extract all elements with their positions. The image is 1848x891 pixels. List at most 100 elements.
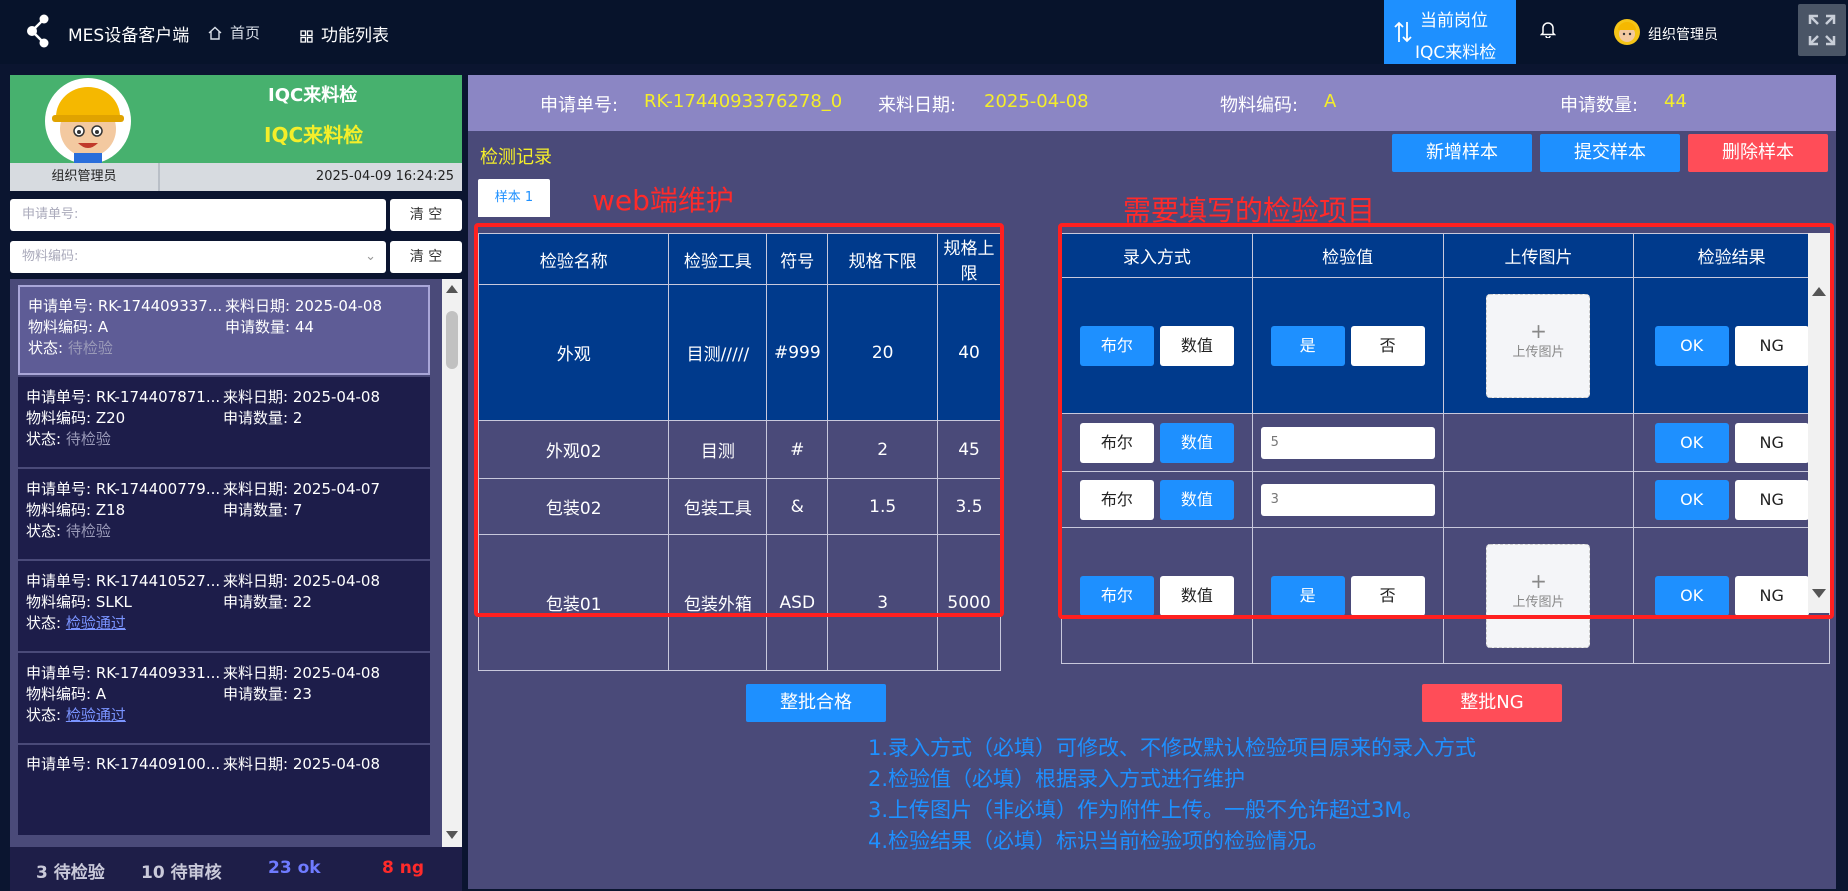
batch-ng-button[interactable]: 整批NG [1422, 684, 1562, 722]
status-label: 状态: [28, 339, 64, 357]
main-panel: 申请单号: RK-1744093376278_0 来料日期: 2025-04-0… [468, 75, 1836, 889]
qty-label: 申请数量: [225, 318, 291, 336]
date-value: 2025-04-08 [292, 388, 381, 406]
ok-count[interactable]: 23 ok [268, 858, 321, 878]
status-label: 状态: [26, 706, 62, 724]
avatar-icon[interactable] [1614, 19, 1640, 45]
date-value: 2025-04-08 [292, 572, 381, 590]
status-label: 状态: [26, 614, 62, 632]
clear-material-button[interactable]: 清 空 [390, 241, 462, 273]
qty-value: 7 [292, 501, 303, 519]
apply-no-input[interactable]: 申请单号: [10, 199, 386, 231]
material-value: A [1324, 91, 1337, 112]
date-value: 2025-04-08 [294, 297, 383, 315]
app-title: MES设备客户端 [68, 26, 190, 46]
material-label: 物料编码: [26, 409, 92, 427]
scroll-down-icon[interactable] [446, 831, 458, 839]
profile-strip: 组织管理员 2025-04-09 16:24:25 [10, 163, 462, 191]
left-panel: IQC来料检 IQC来料检 组织管理员 2025-04-09 16:24:25 … [10, 75, 462, 891]
scroll-thumb[interactable] [446, 311, 458, 369]
date-label: 来料日期: [225, 297, 291, 315]
list-item[interactable]: 申请单号: RK-174410527... 来料日期: 2025-04-08 物… [18, 561, 430, 651]
scroll-up-icon[interactable] [446, 285, 458, 293]
status-label: 状态: [26, 430, 62, 448]
apply-no-label: 申请单号: [540, 95, 619, 116]
fullscreen-icon[interactable] [1798, 4, 1846, 56]
annotation-box-required [1058, 223, 1834, 619]
profile-subtitle: IQC来料检 [264, 123, 364, 147]
date-label: 来料日期: [223, 755, 289, 773]
nav-home[interactable]: 首页 [208, 22, 260, 43]
apply-label: 申请单号: [26, 388, 92, 406]
material-code-select[interactable]: 物料编码: ⌄ [10, 241, 386, 273]
annotation-notes: 1.录入方式（必填）可修改、不修改默认检验项目原来的录入方式 2.检验值（必填）… [868, 733, 1476, 857]
apply-label: 申请单号: [26, 664, 92, 682]
note-line: 1.录入方式（必填）可修改、不修改默认检验项目原来的录入方式 [868, 736, 1477, 760]
date-label: 来料日期: [878, 95, 957, 116]
current-post-button[interactable]: 当前岗位 IQC来料检 [1384, 0, 1516, 64]
grid-icon [300, 30, 313, 43]
add-sample-button[interactable]: 新增样本 [1392, 134, 1532, 172]
submit-sample-button[interactable]: 提交样本 [1540, 134, 1680, 172]
material-label: 物料编码: [1220, 95, 1299, 116]
date-value: 2025-04-08 [984, 91, 1089, 112]
qty-label: 申请数量: [223, 501, 289, 519]
material-label: 物料编码: [26, 501, 92, 519]
qty-label: 申请数量: [223, 685, 289, 703]
clear-apply-no-button[interactable]: 清 空 [390, 199, 462, 231]
apply-no: RK-174409331... [95, 664, 221, 682]
current-post-value: IQC来料检 [1415, 43, 1497, 63]
date-value: 2025-04-08 [292, 755, 381, 773]
nav-function-list[interactable]: 功能列表 [300, 21, 389, 46]
qty-value: 44 [294, 318, 314, 336]
bell-icon[interactable] [1540, 20, 1556, 38]
user-name[interactable]: 组织管理员 [1648, 24, 1718, 44]
material-value: SLKL [95, 593, 132, 611]
status-value[interactable]: 检验通过 [66, 706, 126, 724]
batch-pass-button[interactable]: 整批合格 [746, 684, 886, 722]
worker-avatar-icon [45, 78, 131, 164]
material-label: 物料编码: [26, 593, 92, 611]
material-code-placeholder: 物料编码: [22, 249, 79, 264]
status-value: 待检验 [67, 339, 113, 357]
status-value: 待检验 [65, 430, 111, 448]
chevron-down-icon: ⌄ [365, 249, 376, 264]
list-scrollbar[interactable] [442, 279, 462, 847]
ng-count[interactable]: 8 ng [382, 858, 424, 878]
date-label: 来料日期: [223, 388, 289, 406]
apply-no: RK-174400779... [95, 480, 221, 498]
list-item[interactable]: 申请单号: RK-174400779... 来料日期: 2025-04-07 物… [18, 469, 430, 559]
apply-no: RK-174407871... [95, 388, 221, 406]
date-value: 2025-04-07 [292, 480, 381, 498]
profile-title: IQC来料检 [268, 85, 358, 106]
date-value: 2025-04-08 [292, 664, 381, 682]
material-label: 物料编码: [26, 685, 92, 703]
date-label: 来料日期: [223, 572, 289, 590]
date-label: 来料日期: [223, 480, 289, 498]
profile-datetime: 2025-04-09 16:24:25 [315, 169, 454, 184]
status-value: 待检验 [65, 522, 111, 540]
current-post-label: 当前岗位 [1420, 11, 1488, 31]
delete-sample-button[interactable]: 删除样本 [1688, 134, 1828, 172]
note-line: 3.上传图片（非必填）作为附件上传。一般不允许超过3M。 [868, 798, 1424, 822]
share-logo-icon[interactable] [26, 14, 52, 48]
pending-check-count[interactable]: 3 待检验 [36, 858, 105, 883]
material-label: 物料编码: [28, 318, 94, 336]
status-value[interactable]: 检验通过 [66, 614, 126, 632]
apply-label: 申请单号: [26, 480, 92, 498]
request-list: 申请单号: RK-174409337... 来料日期: 2025-04-08 物… [10, 279, 462, 847]
list-item[interactable]: 申请单号: RK-174409100... 来料日期: 2025-04-08 [18, 745, 430, 835]
swap-arrows-icon [1394, 21, 1412, 43]
profile-card: IQC来料检 IQC来料检 组织管理员 2025-04-09 16:24:25 [10, 75, 462, 191]
profile-user: 组织管理员 [10, 163, 160, 191]
pending-review-count[interactable]: 10 待审核 [141, 858, 222, 883]
tab-sample-1[interactable]: 样本 1 [478, 179, 550, 217]
apply-no-value: RK-1744093376278_0 [644, 91, 843, 112]
qty-label: 申请数量: [223, 409, 289, 427]
list-item[interactable]: 申请单号: RK-174407871... 来料日期: 2025-04-08 物… [18, 377, 430, 467]
note-line: 2.检验值（必填）根据录入方式进行维护 [868, 767, 1246, 791]
list-item[interactable]: 申请单号: RK-174409337... 来料日期: 2025-04-08 物… [18, 285, 430, 375]
home-icon [208, 26, 222, 40]
qty-label: 申请数量: [223, 593, 289, 611]
list-item[interactable]: 申请单号: RK-174409331... 来料日期: 2025-04-08 物… [18, 653, 430, 743]
